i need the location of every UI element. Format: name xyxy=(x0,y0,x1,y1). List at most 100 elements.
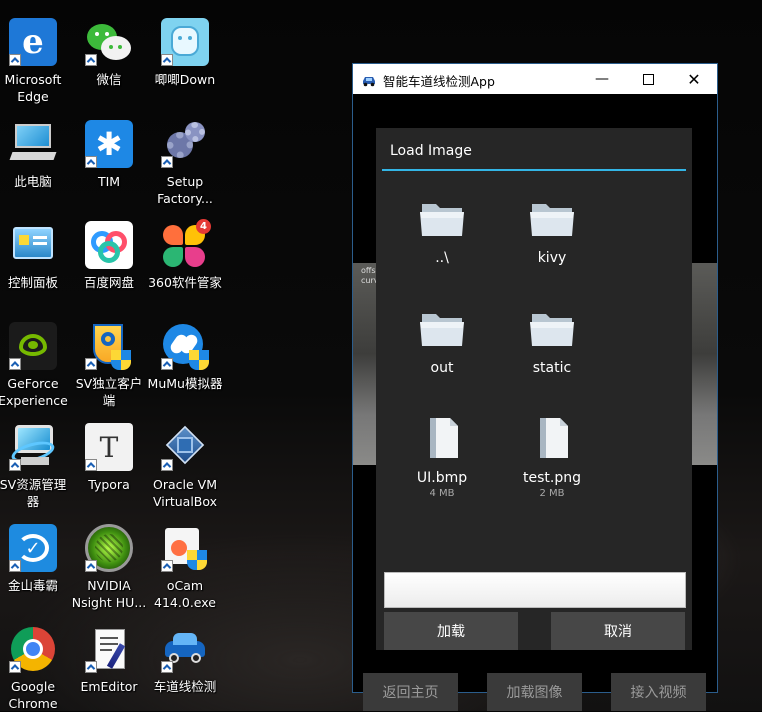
desktop-icon-360[interactable]: 4 360软件管家 xyxy=(147,219,223,291)
close-icon[interactable]: ✕ xyxy=(671,64,717,94)
file-size: 4 MB xyxy=(429,488,455,499)
shortcut-arrow-icon xyxy=(161,459,173,471)
desktop-icon-wechat[interactable]: 微信 xyxy=(71,18,147,88)
desktop-icon-typora[interactable]: T Typora xyxy=(71,423,147,493)
edge-icon: e xyxy=(9,18,57,66)
desktop-icon-baidu[interactable]: 百度网盘 xyxy=(71,221,147,291)
filename-input[interactable] xyxy=(384,572,686,608)
folder-icon xyxy=(418,304,466,352)
shortcut-arrow-icon xyxy=(161,156,173,168)
load-image-dialog: Load Image ..\ kivy out static UI.bmp 4 … xyxy=(376,128,692,650)
shortcut-arrow-icon xyxy=(85,358,97,370)
desktop-icon-emeditor[interactable]: EmEditor xyxy=(71,625,147,695)
dialog-title: Load Image xyxy=(390,143,472,159)
desktop-icon-label: SV独立客户端 xyxy=(75,376,143,408)
desktop-icon-label: EmEditor xyxy=(80,679,138,694)
home-button[interactable]: 返回主页 xyxy=(363,673,458,711)
desktop-icon-geforce[interactable]: GeForce Experience xyxy=(0,322,71,409)
shortcut-arrow-icon xyxy=(85,560,97,572)
desktop-icon-label: GeForce Experience xyxy=(0,376,68,408)
shortcut-arrow-icon xyxy=(161,54,173,66)
video-input-button[interactable]: 接入视频 xyxy=(611,673,706,711)
overlay-text-offset: offs xyxy=(361,266,376,275)
shortcut-arrow-icon xyxy=(85,156,97,168)
window-titlebar[interactable]: 智能车道线检测App — ✕ xyxy=(353,64,717,94)
desktop-icon-kingsoft[interactable]: ✓ 金山毒霸 xyxy=(0,524,71,594)
file-item-out[interactable]: out xyxy=(392,304,492,376)
folder-icon xyxy=(528,304,576,352)
desktop-icon-label: Setup Factory... xyxy=(157,174,213,206)
mumu-icon xyxy=(161,322,209,370)
shortcut-arrow-icon xyxy=(9,358,21,370)
desktop-icon-setup-factory[interactable]: Setup Factory... xyxy=(147,120,223,207)
desktop-icon-nsight[interactable]: NVIDIA Nsight HU... xyxy=(71,524,147,611)
desktop-icon-label: 控制面板 xyxy=(7,275,58,290)
360-software-icon: 4 xyxy=(161,219,211,269)
file-item-static[interactable]: static xyxy=(502,304,602,376)
emeditor-icon xyxy=(85,625,133,673)
sv-client-icon xyxy=(85,322,133,370)
shortcut-arrow-icon xyxy=(85,661,97,673)
jijidown-icon xyxy=(161,18,209,66)
maximize-icon[interactable] xyxy=(625,64,671,94)
desktop-icon-virtualbox[interactable]: Oracle VM VirtualBox xyxy=(147,423,223,510)
file-item-kivy[interactable]: kivy xyxy=(502,194,602,266)
ocam-icon xyxy=(161,524,209,572)
shortcut-arrow-icon xyxy=(85,54,97,66)
file-item-test-png[interactable]: test.png 2 MB xyxy=(502,414,602,499)
desktop-icon-label: Oracle VM VirtualBox xyxy=(152,477,218,509)
folder-icon xyxy=(528,194,576,242)
setup-factory-icon xyxy=(161,120,209,168)
desktop-icon-label: MuMu模拟器 xyxy=(147,376,223,391)
desktop-icon-label: 微信 xyxy=(96,72,122,87)
desktop-icon-label: 唧唧Down xyxy=(154,72,216,87)
desktop-icon-mumu[interactable]: MuMu模拟器 xyxy=(147,322,223,392)
file-icon xyxy=(528,414,576,462)
file-name: kivy xyxy=(537,250,567,266)
chrome-icon xyxy=(9,625,57,673)
desktop-icon-sv-client[interactable]: SV独立客户端 xyxy=(71,322,147,409)
file-size: 2 MB xyxy=(539,488,565,499)
file-name: test.png xyxy=(523,470,581,486)
kingsoft-antivirus-icon: ✓ xyxy=(9,524,57,572)
baidu-netdisk-icon xyxy=(85,221,133,269)
control-panel-icon xyxy=(9,221,57,269)
desktop-icon-sv-explorer[interactable]: SV资源管理器 xyxy=(0,423,71,510)
shortcut-arrow-icon xyxy=(9,661,21,673)
desktop-icon-label: 金山毒霸 xyxy=(7,578,58,593)
cancel-button[interactable]: 取消 xyxy=(551,612,685,650)
desktop-icon-lane-detect[interactable]: 车道线检测 xyxy=(147,625,223,695)
shortcut-arrow-icon xyxy=(161,560,173,572)
desktop-icon-jijidown[interactable]: 唧唧Down xyxy=(147,18,223,88)
file-item-parent-folder[interactable]: ..\ xyxy=(392,194,492,266)
load-button[interactable]: 加载 xyxy=(384,612,518,650)
this-pc-icon xyxy=(9,120,57,168)
shortcut-arrow-icon xyxy=(9,54,21,66)
file-icon xyxy=(418,414,466,462)
tim-icon: ✱ xyxy=(85,120,133,168)
file-item-ui-bmp[interactable]: UI.bmp 4 MB xyxy=(392,414,492,499)
file-name: UI.bmp xyxy=(416,470,468,486)
desktop-icon-chrome[interactable]: Google Chrome xyxy=(0,625,71,712)
typora-icon: T xyxy=(85,423,133,471)
minimize-icon[interactable]: — xyxy=(579,64,625,94)
nsight-icon xyxy=(85,524,133,572)
car-app-icon xyxy=(361,72,377,87)
desktop-icon-label: 360软件管家 xyxy=(148,275,222,290)
shortcut-arrow-icon xyxy=(161,661,173,673)
shortcut-arrow-icon xyxy=(9,560,21,572)
desktop-icon-label: SV资源管理器 xyxy=(0,477,67,509)
virtualbox-icon xyxy=(161,423,209,471)
sv-explorer-icon xyxy=(9,423,57,471)
load-image-button[interactable]: 加载图像 xyxy=(487,673,582,711)
desktop-icon-label: oCam 414.0.exe xyxy=(154,578,216,610)
notification-badge: 4 xyxy=(196,219,211,234)
window-title: 智能车道线检测App xyxy=(383,74,495,89)
desktop-icon-label: Google Chrome xyxy=(8,679,58,711)
desktop-icon-this-pc[interactable]: 此电脑 xyxy=(0,120,71,190)
desktop-icon-tim[interactable]: ✱ TIM xyxy=(71,120,147,190)
lane-detect-icon xyxy=(161,625,209,673)
desktop-icon-control-panel[interactable]: 控制面板 xyxy=(0,221,71,291)
desktop-icon-ocam[interactable]: oCam 414.0.exe xyxy=(147,524,223,611)
desktop-icon-edge[interactable]: e Microsoft Edge xyxy=(0,18,71,105)
